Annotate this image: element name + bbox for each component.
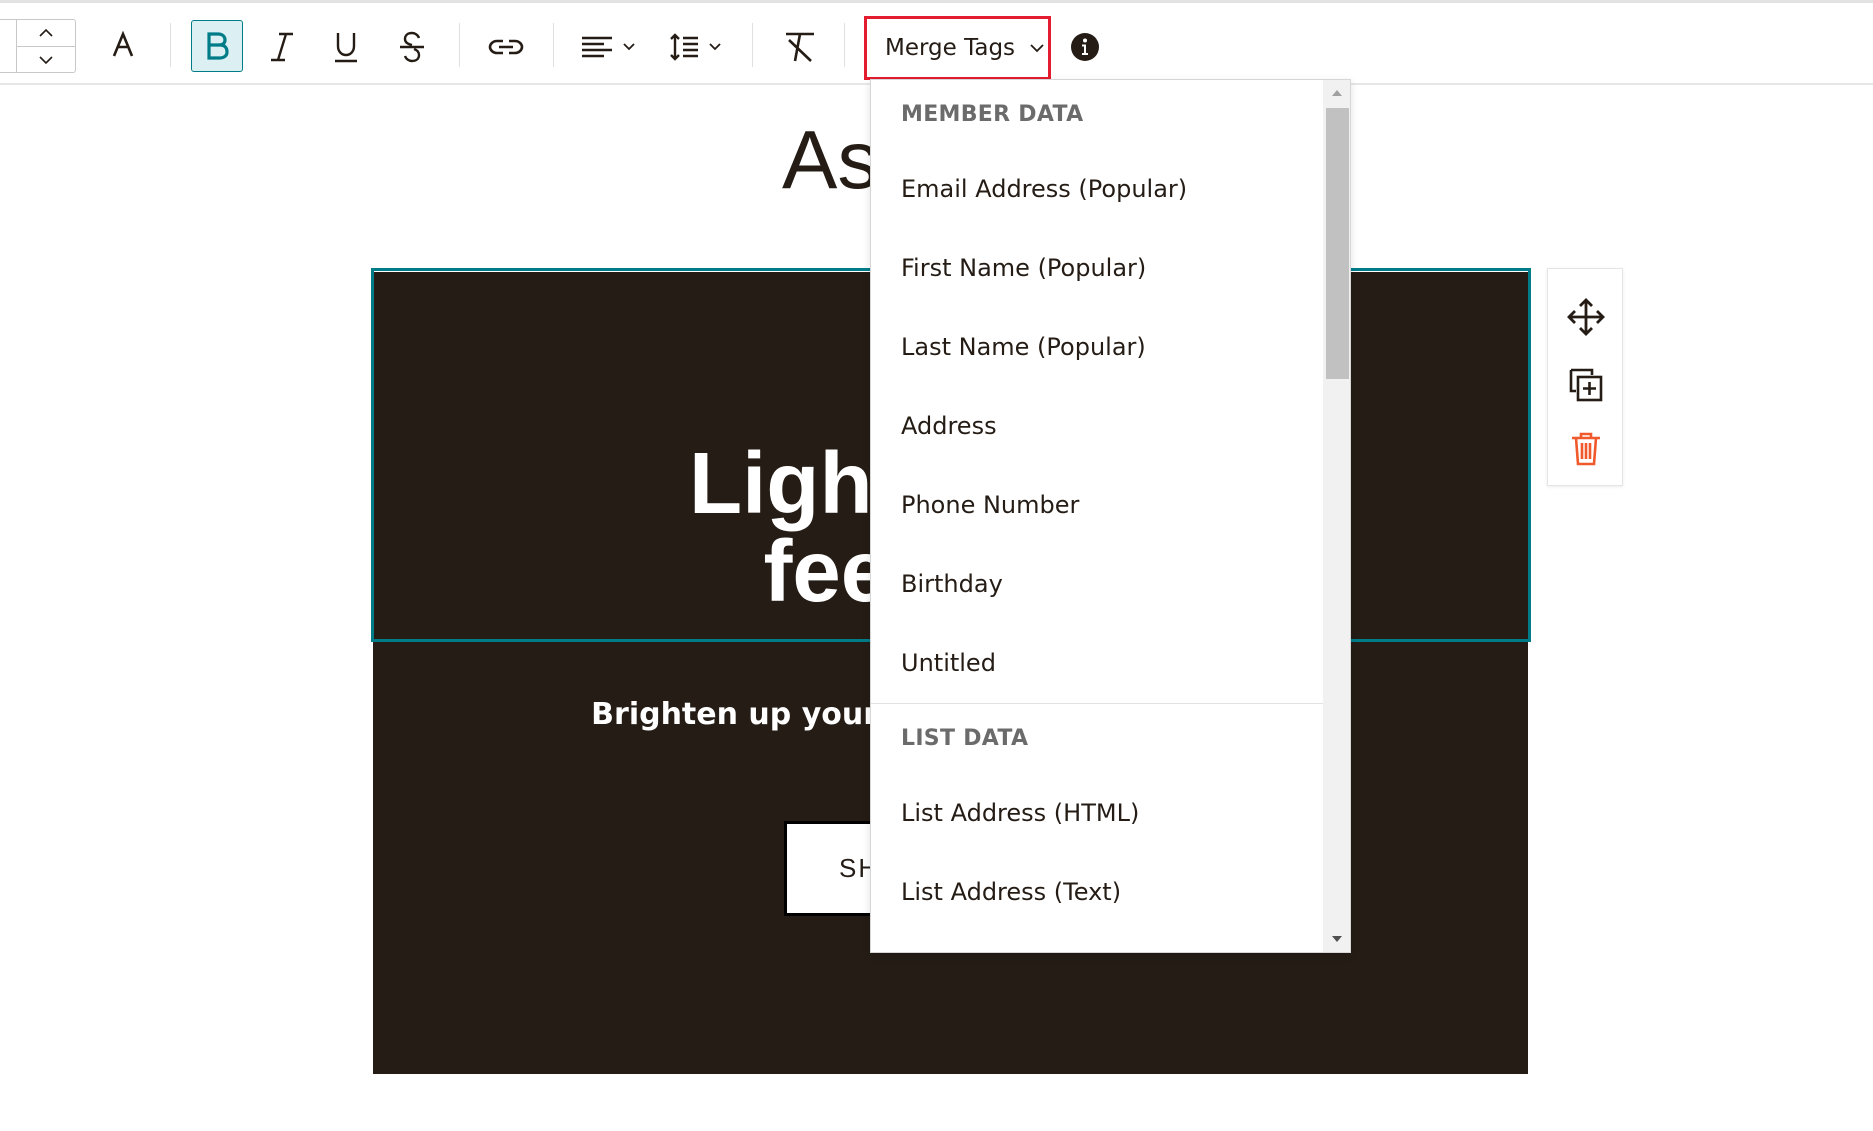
underline-icon[interactable] [328, 25, 364, 69]
toolbar-separator [459, 23, 460, 67]
section-divider [871, 703, 1323, 704]
chevron-up-icon[interactable] [17, 20, 75, 46]
link-icon[interactable] [486, 27, 526, 67]
bold-icon [192, 21, 242, 71]
list-item[interactable]: List Address (Text) [871, 852, 1323, 931]
toolbar-separator [170, 23, 171, 67]
list-item[interactable]: Phone Number [871, 465, 1323, 544]
merge-tags-list: MEMBER DATA Email Address (Popular) Firs… [871, 80, 1323, 952]
list-item[interactable]: List Address (HTML) [871, 773, 1323, 852]
merge-tags-label: Merge Tags [885, 35, 1016, 61]
duplicate-icon[interactable] [1548, 357, 1624, 413]
delete-icon[interactable] [1548, 421, 1624, 477]
list-item[interactable]: Birthday [871, 544, 1323, 623]
clear-format-icon[interactable] [780, 25, 820, 69]
italic-icon[interactable] [264, 25, 300, 69]
list-item[interactable]: Untitled [871, 623, 1323, 702]
align-left-icon[interactable] [580, 29, 640, 65]
chevron-down-icon[interactable] [17, 47, 75, 73]
chevron-down-icon [1029, 43, 1045, 53]
list-item[interactable]: Email Address (Popular) [871, 149, 1323, 228]
editor-toolbar: Merge Tags [0, 0, 1873, 85]
move-icon[interactable] [1548, 289, 1624, 345]
hero-subtitle-text: Brighten up your h [591, 697, 910, 732]
text-color-icon[interactable] [106, 25, 140, 65]
line-height-icon[interactable] [668, 29, 728, 65]
toolbar-separator [844, 23, 845, 67]
page-headline: As [782, 113, 879, 206]
dropdown-scrollbar[interactable] [1323, 80, 1350, 952]
scroll-up-arrow-icon[interactable] [1323, 80, 1350, 106]
toolbar-separator [553, 23, 554, 67]
merge-tags-button[interactable]: Merge Tags [864, 16, 1051, 80]
strikethrough-icon[interactable] [394, 25, 430, 69]
scroll-down-arrow-icon[interactable] [1323, 926, 1350, 952]
font-size-stepper[interactable] [0, 19, 76, 73]
section-heading-member-data: MEMBER DATA [901, 102, 1084, 127]
list-item[interactable]: First Name (Popular) [871, 228, 1323, 307]
bold-button[interactable] [191, 20, 243, 72]
section-heading-list-data: LIST DATA [901, 726, 1029, 751]
info-icon[interactable] [1069, 31, 1101, 63]
toolbar-separator [752, 23, 753, 67]
scrollbar-thumb[interactable] [1326, 108, 1349, 379]
list-item[interactable]: Last Name (Popular) [871, 307, 1323, 386]
block-tools-panel [1547, 268, 1623, 486]
list-item[interactable]: Address [871, 386, 1323, 465]
merge-tags-dropdown: MEMBER DATA Email Address (Popular) Firs… [870, 79, 1351, 953]
